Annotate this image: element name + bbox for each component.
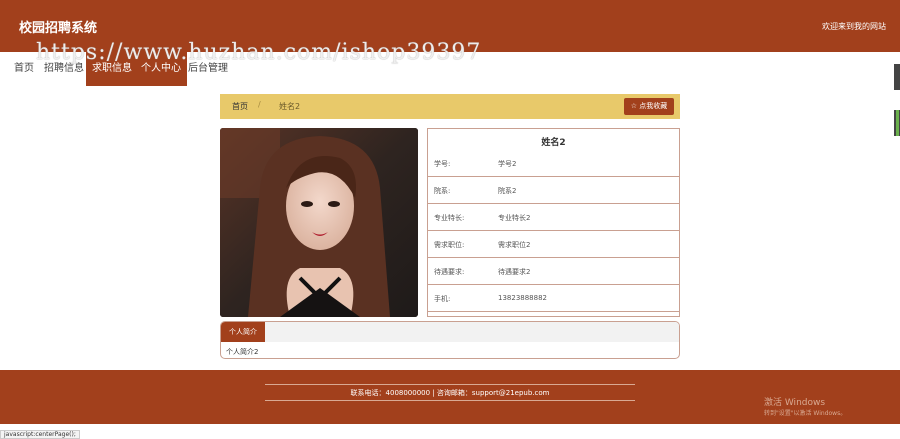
footer-divider (265, 384, 635, 385)
info-label: 专业特长: (434, 214, 465, 222)
info-value: 院系2 (498, 187, 517, 195)
breadcrumb-home[interactable]: 首页 (232, 101, 248, 112)
favorite-button[interactable]: ☆ 点我收藏 (624, 98, 674, 115)
windows-activation-title: 激活 Windows (764, 398, 826, 408)
info-value: 13823888882 (498, 294, 547, 302)
info-value: 待遇要求2 (498, 268, 531, 276)
info-row-department: 院系: 院系2 (428, 177, 679, 204)
info-row-phone: 手机: 13823888882 (428, 285, 679, 312)
side-float-button[interactable] (894, 64, 900, 90)
info-label: 待遇要求: (434, 268, 465, 276)
site-title[interactable]: 校园招聘系统 (19, 17, 97, 36)
info-value: 学号2 (498, 160, 517, 168)
breadcrumb-separator: / (258, 100, 261, 109)
info-label: 手机: (434, 295, 451, 303)
info-row-desired-position: 需求职位: 需求职位2 (428, 231, 679, 258)
info-row-salary-requirement: 待遇要求: 待遇要求2 (428, 258, 679, 285)
intro-tabbar: 个人简介 (221, 322, 679, 342)
profile-name: 姓名2 (541, 138, 566, 148)
info-row-student-id: 学号: 学号2 (428, 150, 679, 177)
side-float-button[interactable] (894, 110, 900, 136)
info-value: 专业特长2 (498, 214, 531, 222)
info-label: 学号: (434, 160, 451, 168)
star-icon: ☆ (630, 102, 638, 110)
portrait-image (220, 128, 418, 317)
intro-text: 个人简介2 (226, 348, 259, 356)
footer-contact: 联系电话：4008000000 | 咨询邮箱：support@21epub.co… (350, 389, 550, 397)
site-footer: 联系电话：4008000000 | 咨询邮箱：support@21epub.co… (0, 370, 900, 424)
favorite-label: 点我收藏 (639, 102, 668, 110)
info-label: 需求职位: (434, 241, 465, 249)
footer-divider (265, 400, 635, 401)
profile-info-card: 姓名2 学号: 学号2 院系: 院系2 专业特长: 专业特长2 需求职位: 需求… (427, 128, 680, 317)
watermark-text: https://www.huzhan.com/ishop39397 (36, 40, 482, 65)
windows-activation-subtitle: 转到"设置"以激活 Windows。 (764, 410, 847, 417)
profile-photo (220, 128, 418, 317)
breadcrumb-current: 姓名2 (279, 102, 301, 111)
breadcrumb: 首页 / 姓名2 ☆ 点我收藏 (220, 94, 680, 119)
info-row-specialty: 专业特长: 专业特长2 (428, 204, 679, 231)
tab-intro[interactable]: 个人简介 (221, 322, 265, 342)
status-bar: javascript:centerPage(); (0, 430, 80, 439)
info-value: 需求职位2 (498, 241, 531, 249)
welcome-text: 欢迎来到我的网站 (822, 22, 886, 31)
info-label: 院系: (434, 187, 451, 195)
intro-panel: 个人简介 个人简介2 (220, 321, 680, 359)
